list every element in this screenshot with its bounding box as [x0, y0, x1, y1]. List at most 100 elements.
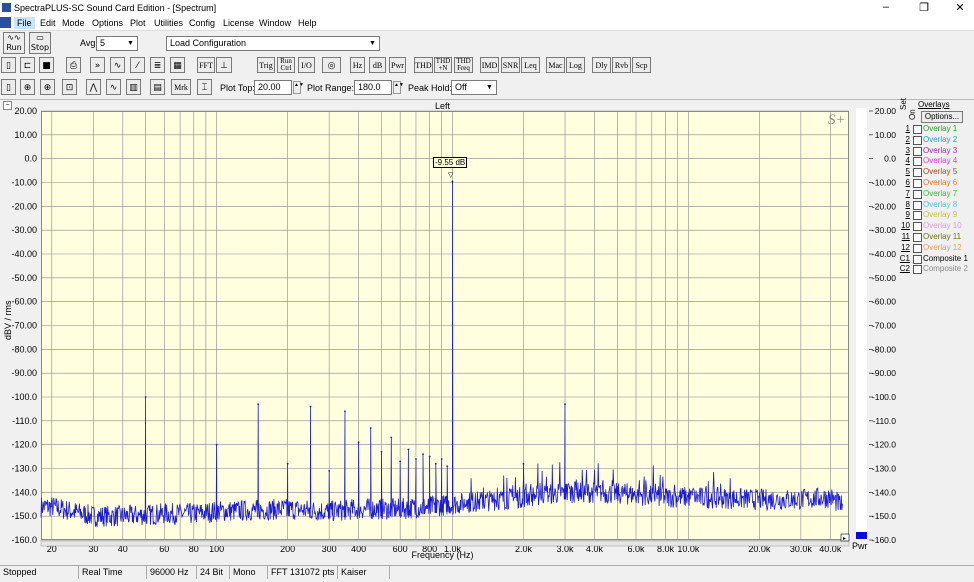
tool-hz-button[interactable]: Hz [350, 57, 365, 73]
tool-pwr-button[interactable]: Pwr [389, 57, 406, 73]
overlay-row: 1 Overlay 1 [897, 124, 974, 135]
menu-edit[interactable]: Edit [37, 17, 59, 29]
overlay-on-checkbox[interactable] [913, 189, 922, 199]
overlay-on-checkbox[interactable] [913, 146, 922, 156]
plot-top-spinner[interactable]: ▲▼ [293, 81, 304, 94]
print-icon[interactable]: ⎙ [66, 57, 81, 73]
y-tick-label: -100.0 [11, 392, 37, 402]
stop-square-icon: ▭ [36, 33, 44, 42]
overlay-on-checkbox[interactable] [913, 222, 922, 232]
overlay-on-checkbox[interactable] [913, 265, 922, 275]
menu-license[interactable]: License [220, 17, 257, 29]
overlay-set-button[interactable]: 9 [897, 210, 910, 220]
spectrogram-icon[interactable]: ▦ [170, 57, 185, 73]
tool-rvb-button[interactable]: Rvb [612, 57, 631, 73]
generator-icon[interactable]: ◎ [322, 57, 341, 73]
bar-view-icon[interactable]: ▥ [126, 79, 141, 95]
signal-icon[interactable]: ∿ [110, 57, 125, 73]
cursor-icon[interactable]: ⌶ [197, 79, 212, 95]
menu-file[interactable]: File [14, 17, 35, 29]
marker-button[interactable]: Mrk [171, 79, 191, 95]
overlay-set-button[interactable]: 12 [897, 243, 910, 253]
horizontal-scrollbar[interactable] [40, 540, 850, 547]
status-cell: Kaiser [338, 566, 390, 579]
peak-icon[interactable]: ⋀ [86, 79, 101, 95]
meter-label: Pwr [852, 541, 868, 551]
maximize-icon[interactable]: ❐ [914, 1, 934, 14]
tool-thd-button[interactable]: THD [414, 57, 433, 73]
y-tick-label: -70.00 [11, 321, 37, 331]
overlay-set-button[interactable]: 5 [897, 167, 910, 177]
tool-fft-button[interactable]: FFT [197, 57, 215, 73]
menu-plot[interactable]: Plot [127, 17, 149, 29]
meter-tick-label: -50.00 [872, 273, 896, 283]
overlay-on-checkbox[interactable] [913, 200, 922, 210]
tool-db-button[interactable]: dB [369, 57, 386, 73]
overlay-on-checkbox[interactable] [913, 254, 922, 264]
overlay-on-checkbox[interactable] [913, 211, 922, 221]
new-file-icon[interactable]: ▯ [1, 57, 16, 73]
menu-mode[interactable]: Mode [59, 17, 88, 29]
plot-range-input[interactable]: 180.0 [354, 80, 392, 95]
run-button[interactable]: ∿∿ Run [3, 32, 25, 54]
open-folder-icon[interactable]: ⊏ [20, 57, 35, 73]
document-icon[interactable] [0, 17, 11, 28]
bars-icon[interactable]: ≣ [150, 57, 165, 73]
tool-snr-button[interactable]: SNR [501, 57, 520, 73]
zoom-x-icon[interactable]: ⊕ [20, 79, 35, 95]
config-select[interactable]: Load Configuration ▼ [166, 36, 380, 51]
ramp-icon[interactable]: ⁄ [130, 57, 145, 73]
overlay-on-checkbox[interactable] [913, 135, 922, 145]
overlay-on-checkbox[interactable] [913, 157, 922, 167]
meter-tick-label: -120.0 [872, 440, 896, 450]
overlay-set-button[interactable]: 4 [897, 156, 910, 166]
tool-scp-button[interactable]: Scp [632, 57, 651, 73]
plot-range-spinner[interactable]: ▲▼ [393, 81, 404, 94]
plot-top-input[interactable]: 20.00 [254, 80, 292, 95]
stop-button[interactable]: ▭ Stop [29, 32, 51, 54]
line-view-icon[interactable]: ∿ [106, 79, 121, 95]
overlay-on-checkbox[interactable] [913, 168, 922, 178]
overlay-set-button[interactable]: 7 [897, 189, 910, 199]
overlay-on-checkbox[interactable] [913, 125, 922, 134]
zoom-y-icon[interactable]: ⊕ [40, 79, 55, 95]
overlay-set-button[interactable]: 8 [897, 200, 910, 210]
overlay-set-button[interactable]: 11 [897, 232, 910, 242]
scale-icon[interactable]: ⊥ [216, 57, 232, 73]
tool-leq-button[interactable]: Leq [521, 57, 540, 73]
overlay-set-button[interactable]: C2 [897, 264, 910, 274]
page-icon[interactable]: ▯ [1, 79, 16, 95]
tool-i-o-button[interactable]: I/O [298, 57, 315, 73]
overlay-set-button[interactable]: 1 [897, 124, 910, 134]
menu-utilities[interactable]: Utilities [151, 17, 186, 29]
overlay-options-button[interactable]: Options... [921, 111, 963, 123]
tool-imd-button[interactable]: IMD [480, 57, 499, 73]
tool-thd-n-button[interactable]: THD +N [434, 57, 452, 73]
tool-dly-button[interactable]: Dly [592, 57, 611, 73]
menu-help[interactable]: Help [295, 17, 320, 29]
tool-log-button[interactable]: Log [566, 57, 585, 73]
menu-window[interactable]: Window [256, 17, 294, 29]
forward-icon[interactable]: » [90, 57, 105, 73]
close-icon[interactable]: ✕ [950, 1, 970, 14]
overlay-on-checkbox[interactable] [913, 179, 922, 188]
tool-trig-button[interactable]: Trig [257, 57, 275, 73]
tool-mac-button[interactable]: Mac [546, 57, 565, 73]
overlay-set-button[interactable]: 3 [897, 146, 910, 156]
overlay-set-button[interactable]: 10 [897, 221, 910, 231]
minimize-icon[interactable]: – [876, 1, 896, 13]
peak-hold-select[interactable]: Off ▼ [451, 80, 497, 95]
tool-run-ctrl-button[interactable]: Run Ctrl [277, 57, 295, 73]
overlay-set-button[interactable]: 2 [897, 135, 910, 145]
zoom-full-icon[interactable]: ⊡ [62, 79, 77, 95]
overlay-set-button[interactable]: 6 [897, 178, 910, 188]
tool-thd-freq-button[interactable]: THD Freq [454, 57, 473, 73]
menu-options[interactable]: Options [89, 17, 126, 29]
save-icon[interactable]: ■ [39, 57, 54, 73]
overlay-on-checkbox[interactable] [913, 243, 922, 253]
overlay-on-checkbox[interactable] [913, 233, 922, 242]
menu-config[interactable]: Config [186, 17, 218, 29]
avg-select[interactable]: 5 ▼ [96, 36, 138, 51]
grid-view-icon[interactable]: ▤ [150, 79, 165, 95]
overlay-set-button[interactable]: C1 [897, 254, 910, 264]
